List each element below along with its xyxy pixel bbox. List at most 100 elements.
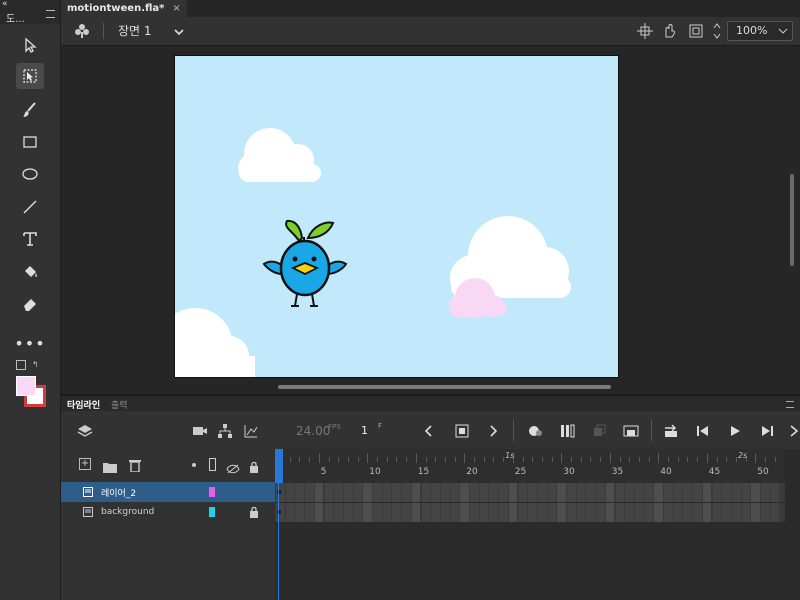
frame-cell[interactable]: [770, 483, 780, 502]
frame-cell[interactable]: [625, 483, 634, 502]
fps-value[interactable]: 24.00: [296, 424, 330, 438]
layer-color-swatch[interactable]: [209, 487, 215, 497]
center-stage-icon[interactable]: [637, 23, 653, 43]
rotate-stage-icon[interactable]: [661, 23, 677, 43]
lock-icon[interactable]: [249, 458, 259, 477]
frame-cell[interactable]: [470, 503, 479, 522]
frame-cell[interactable]: [373, 483, 382, 502]
frame-cell[interactable]: [363, 503, 372, 522]
frame-cell[interactable]: [382, 483, 392, 502]
graph-icon[interactable]: [243, 423, 259, 443]
frame-cell[interactable]: [411, 483, 421, 502]
cloud-bottom-left[interactable]: [175, 308, 255, 377]
frame-cell[interactable]: [305, 483, 314, 502]
close-tab-icon[interactable]: ×: [172, 3, 180, 14]
eraser-tool-icon[interactable]: [16, 291, 44, 317]
frame-cell[interactable]: [615, 483, 625, 502]
frame-cell[interactable]: [499, 503, 508, 522]
scene-icon[interactable]: [73, 22, 91, 44]
frame-cell[interactable]: [431, 503, 440, 522]
layer-name[interactable]: background: [101, 507, 154, 517]
edit-multiple-frames-icon[interactable]: [560, 423, 576, 442]
frame-cell[interactable]: [557, 483, 566, 502]
frame-cell[interactable]: [761, 503, 770, 522]
frames-row-layer-2[interactable]: [275, 483, 785, 502]
frame-cell[interactable]: [450, 483, 460, 502]
frame-cell[interactable]: [440, 483, 450, 502]
frame-cell[interactable]: [673, 483, 683, 502]
frame-cell[interactable]: [567, 503, 576, 522]
layer-name[interactable]: 레이어_2: [101, 486, 136, 499]
frame-cell[interactable]: [440, 503, 450, 522]
frame-cell[interactable]: [421, 503, 431, 522]
frame-cell[interactable]: [741, 503, 751, 522]
frame-cell[interactable]: [285, 503, 295, 522]
panel-menu-icon[interactable]: [46, 10, 55, 18]
play-icon[interactable]: [728, 423, 742, 442]
frame-cell[interactable]: [421, 483, 431, 502]
frame-cell[interactable]: [295, 503, 305, 522]
chevron-right-icon[interactable]: [487, 423, 499, 442]
frame-cell[interactable]: [596, 503, 605, 522]
frame-cell[interactable]: [489, 503, 499, 522]
frame-cell[interactable]: [392, 503, 402, 522]
highlight-layer-icon[interactable]: [192, 463, 196, 467]
layer-row-background[interactable]: background: [61, 502, 275, 522]
document-tab[interactable]: motiontween.fla* ×: [61, 0, 187, 17]
frame-cell[interactable]: [712, 503, 722, 522]
frame-cell[interactable]: [634, 483, 644, 502]
frame-cell[interactable]: [722, 503, 731, 522]
frame-cell[interactable]: [314, 483, 324, 502]
playhead[interactable]: [275, 449, 283, 483]
frame-cell[interactable]: [508, 503, 518, 522]
step-back-icon[interactable]: [696, 423, 710, 442]
swap-colors-icon[interactable]: ↰: [32, 360, 40, 369]
fill-color-swatch[interactable]: [16, 376, 36, 396]
collapse-icon[interactable]: «: [2, 0, 8, 9]
step-forward-icon[interactable]: [760, 423, 774, 442]
frame-cell[interactable]: [547, 483, 557, 502]
frame-ruler[interactable]: 5 10 15 20 25 30 35 40 45 50 1s 2s: [275, 449, 785, 483]
panel-menu-icon[interactable]: [786, 401, 794, 408]
layer-parenting-icon[interactable]: [217, 423, 233, 443]
text-tool-icon[interactable]: [16, 226, 44, 252]
insert-keyframe-icon[interactable]: [455, 423, 469, 442]
frame-cell[interactable]: [741, 483, 751, 502]
frame-cell[interactable]: [353, 503, 363, 522]
horizontal-scrollbar[interactable]: [278, 385, 611, 389]
frame-cell[interactable]: [683, 503, 693, 522]
scene-dropdown-chevron-icon[interactable]: [173, 23, 185, 42]
frame-cell[interactable]: [751, 503, 760, 522]
frames-row-background[interactable]: [275, 503, 785, 522]
frame-cell[interactable]: [537, 483, 547, 502]
frame-cell[interactable]: [615, 503, 625, 522]
frame-cell[interactable]: [460, 503, 469, 522]
layers-icon[interactable]: [77, 423, 93, 443]
frame-cell[interactable]: [489, 483, 499, 502]
frame-cell[interactable]: [295, 483, 305, 502]
paint-bucket-tool-icon[interactable]: [16, 259, 44, 285]
frame-cell[interactable]: [693, 483, 702, 502]
frame-cell[interactable]: [547, 503, 557, 522]
frame-cell[interactable]: [693, 503, 702, 522]
frame-cell[interactable]: [479, 503, 489, 522]
frame-cell[interactable]: [596, 483, 605, 502]
frame-cell[interactable]: [731, 503, 741, 522]
selection-tool-icon[interactable]: [16, 32, 44, 58]
frame-cell[interactable]: [683, 483, 693, 502]
frame-cell[interactable]: [537, 503, 547, 522]
frame-cell[interactable]: [722, 483, 731, 502]
frame-cell[interactable]: [702, 483, 712, 502]
free-transform-tool-icon[interactable]: [16, 63, 44, 89]
frame-cell[interactable]: [470, 483, 479, 502]
frame-cell[interactable]: [402, 483, 411, 502]
frame-cell[interactable]: [731, 483, 741, 502]
zoom-stepper-icon[interactable]: [712, 21, 722, 45]
frame-cell[interactable]: [411, 503, 421, 522]
frame-cell[interactable]: [431, 483, 440, 502]
frame-cell[interactable]: [499, 483, 508, 502]
frame-cell[interactable]: [402, 503, 411, 522]
camera-icon[interactable]: [192, 423, 208, 443]
outline-icon[interactable]: [209, 458, 216, 471]
frame-cell[interactable]: [324, 503, 334, 522]
